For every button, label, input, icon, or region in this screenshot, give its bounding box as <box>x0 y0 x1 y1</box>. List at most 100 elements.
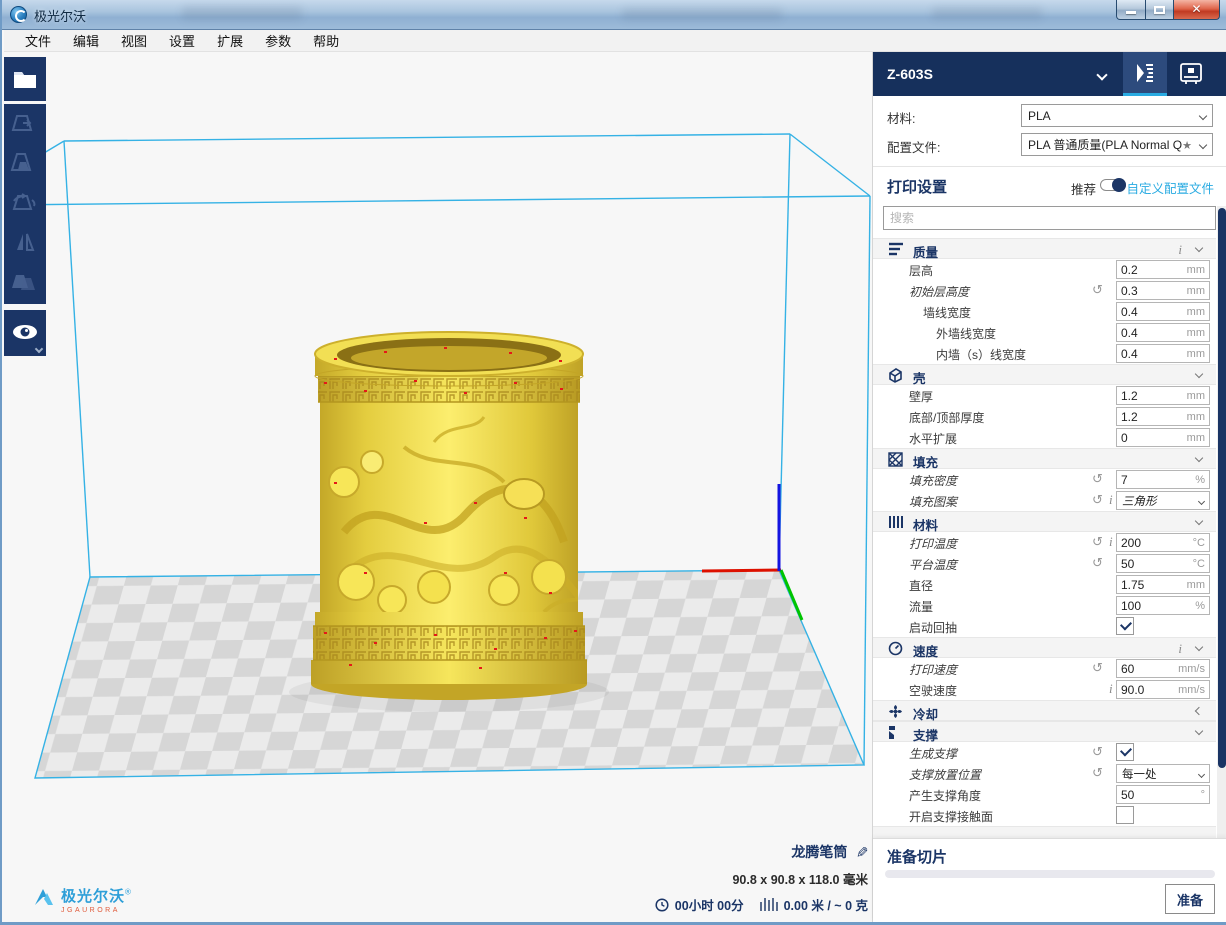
shell-icon <box>888 368 903 383</box>
undo-icon[interactable] <box>1092 744 1108 760</box>
print-settings-title: 打印设置 <box>887 176 947 197</box>
info-icon[interactable]: i <box>1109 492 1113 508</box>
wall-line-width-input[interactable]: 0.4mm <box>1116 302 1210 321</box>
setting-row-outer-wall-line-width: 外墙线宽度 0.4mm <box>873 322 1216 343</box>
custom-profile-link[interactable]: 自定义配置文件 <box>1126 178 1214 197</box>
info-icon[interactable]: i <box>1178 242 1182 258</box>
title-bar[interactable]: 极光尔沃 <box>2 0 1226 30</box>
diameter-input[interactable]: 1.75mm <box>1116 575 1210 594</box>
profile-label: 配置文件: <box>887 137 940 156</box>
search-input[interactable] <box>883 206 1216 230</box>
setting-label: 底部/顶部厚度 <box>909 409 984 426</box>
maximize-button[interactable] <box>1146 0 1174 20</box>
profile-dropdown[interactable]: PLA 普通质量(PLA Normal Qua <box>1021 133 1213 156</box>
print-speed-input[interactable]: 60mm/s <box>1116 659 1210 678</box>
material-dropdown[interactable]: PLA <box>1021 104 1213 127</box>
scrollbar-thumb[interactable] <box>1218 208 1226 768</box>
info-icon[interactable]: i <box>1109 681 1113 697</box>
menu-extensions[interactable]: 扩展 <box>206 29 254 52</box>
setting-row-print-speed: 打印速度 60mm/s <box>873 658 1216 679</box>
initial-layer-height-input[interactable]: 0.3mm <box>1116 281 1210 300</box>
close-button[interactable] <box>1174 0 1220 20</box>
section-cooling[interactable]: 冷却 <box>873 700 1216 721</box>
star-icon <box>1182 138 1194 152</box>
menu-help[interactable]: 帮助 <box>302 29 350 52</box>
filament-icon <box>760 898 778 911</box>
chevron-down-icon <box>1195 517 1203 525</box>
section-support[interactable]: 支撑 <box>873 721 1216 742</box>
open-file-button[interactable] <box>4 57 46 101</box>
setting-label: 空驶速度 <box>909 682 957 699</box>
section-infill[interactable]: 填充 <box>873 448 1216 469</box>
menu-edit[interactable]: 编辑 <box>62 29 110 52</box>
per-model-settings-button[interactable] <box>4 264 46 304</box>
enable-support-interface-checkbox[interactable] <box>1116 806 1134 824</box>
layer-height-input[interactable]: 0.2mm <box>1116 260 1210 279</box>
move-tool-button[interactable] <box>4 104 46 144</box>
setting-row-infill-pattern: 填充图案 i 三角形 <box>873 490 1216 511</box>
rotate-tool-button[interactable] <box>4 184 46 224</box>
setting-row-enable-support-interface: 开启支撑接触面 <box>873 805 1216 826</box>
minimize-button[interactable] <box>1116 0 1146 20</box>
viewport-3d[interactable]: 龙腾笔筒 90.8 x 90.8 x 118.0 毫米 00小时 00分 0.0… <box>4 52 872 922</box>
view-mode-button[interactable] <box>4 310 46 356</box>
setting-label: 流量 <box>909 598 933 615</box>
setting-label: 壁厚 <box>909 388 933 405</box>
flow-input[interactable]: 100% <box>1116 596 1210 615</box>
printer-selector[interactable]: Z-603S <box>887 52 1117 96</box>
support-placement-dropdown[interactable]: 每一处 <box>1116 764 1210 783</box>
scene-canvas <box>4 52 872 922</box>
speed-gauge-icon <box>888 641 903 656</box>
setting-row-printing-temperature: 打印温度 i 200°C <box>873 532 1216 553</box>
setting-label: 产生支撑角度 <box>909 787 981 804</box>
undo-icon[interactable] <box>1092 534 1108 550</box>
tab-monitor[interactable] <box>1169 52 1213 96</box>
top-bottom-thickness-input[interactable]: 1.2mm <box>1116 407 1210 426</box>
mirror-tool-button[interactable] <box>4 224 46 264</box>
infill-pattern-dropdown[interactable]: 三角形 <box>1116 491 1210 510</box>
move-tool-icon <box>13 116 31 130</box>
enable-retraction-checkbox[interactable] <box>1116 617 1134 635</box>
undo-icon[interactable] <box>1092 555 1108 571</box>
section-material[interactable]: 材料 <box>873 511 1216 532</box>
undo-icon[interactable] <box>1092 492 1108 508</box>
menu-settings[interactable]: 设置 <box>158 29 206 52</box>
per-model-settings-icon <box>12 275 35 290</box>
menu-view[interactable]: 视图 <box>110 29 158 52</box>
material-icon <box>888 515 904 529</box>
undo-icon[interactable] <box>1092 660 1108 676</box>
info-icon[interactable]: i <box>1109 534 1113 550</box>
tab-prepare-slice[interactable] <box>1123 52 1167 96</box>
menu-file[interactable]: 文件 <box>14 29 62 52</box>
section-quality[interactable]: 质量 i <box>873 238 1216 259</box>
eye-icon <box>13 325 37 339</box>
horizontal-expansion-input[interactable]: 0mm <box>1116 428 1210 447</box>
generate-support-checkbox[interactable] <box>1116 743 1134 761</box>
section-shell[interactable]: 壳 <box>873 364 1216 385</box>
chevron-down-icon <box>1195 454 1203 462</box>
travel-speed-input[interactable]: 90.0mm/s <box>1116 680 1210 699</box>
undo-icon[interactable] <box>1092 765 1108 781</box>
build-plate-temperature-input[interactable]: 50°C <box>1116 554 1210 573</box>
inner-wall-line-width-input[interactable]: 0.4mm <box>1116 344 1210 363</box>
undo-icon[interactable] <box>1092 471 1108 487</box>
model-dragon-pen-holder[interactable] <box>311 332 589 700</box>
infill-density-input[interactable]: 7% <box>1116 470 1210 489</box>
printing-temperature-input[interactable]: 200°C <box>1116 533 1210 552</box>
setting-row-support-overhang-angle: 产生支撑角度 50° <box>873 784 1216 805</box>
prepare-button[interactable]: 准备 <box>1165 884 1215 914</box>
info-icon[interactable]: i <box>1178 641 1182 657</box>
support-overhang-angle-input[interactable]: 50° <box>1116 785 1210 804</box>
undo-icon[interactable] <box>1092 282 1108 298</box>
menu-parameters[interactable]: 参数 <box>254 29 302 52</box>
scale-tool-button[interactable] <box>4 144 46 184</box>
edit-name-icon[interactable] <box>847 844 868 860</box>
section-speed[interactable]: 速度 i <box>873 637 1216 658</box>
setting-row-enable-retraction: 启动回抽 <box>873 616 1216 637</box>
setting-row-horizontal-expansion: 水平扩展 0mm <box>873 427 1216 448</box>
wall-thickness-input[interactable]: 1.2mm <box>1116 386 1210 405</box>
app-window: 极光尔沃 文件 编辑 视图 设置 扩展 参数 帮助 <box>0 0 1226 925</box>
settings-mode-toggle[interactable] <box>1100 179 1126 191</box>
outer-wall-line-width-input[interactable]: 0.4mm <box>1116 323 1210 342</box>
minimize-icon <box>1126 11 1136 14</box>
